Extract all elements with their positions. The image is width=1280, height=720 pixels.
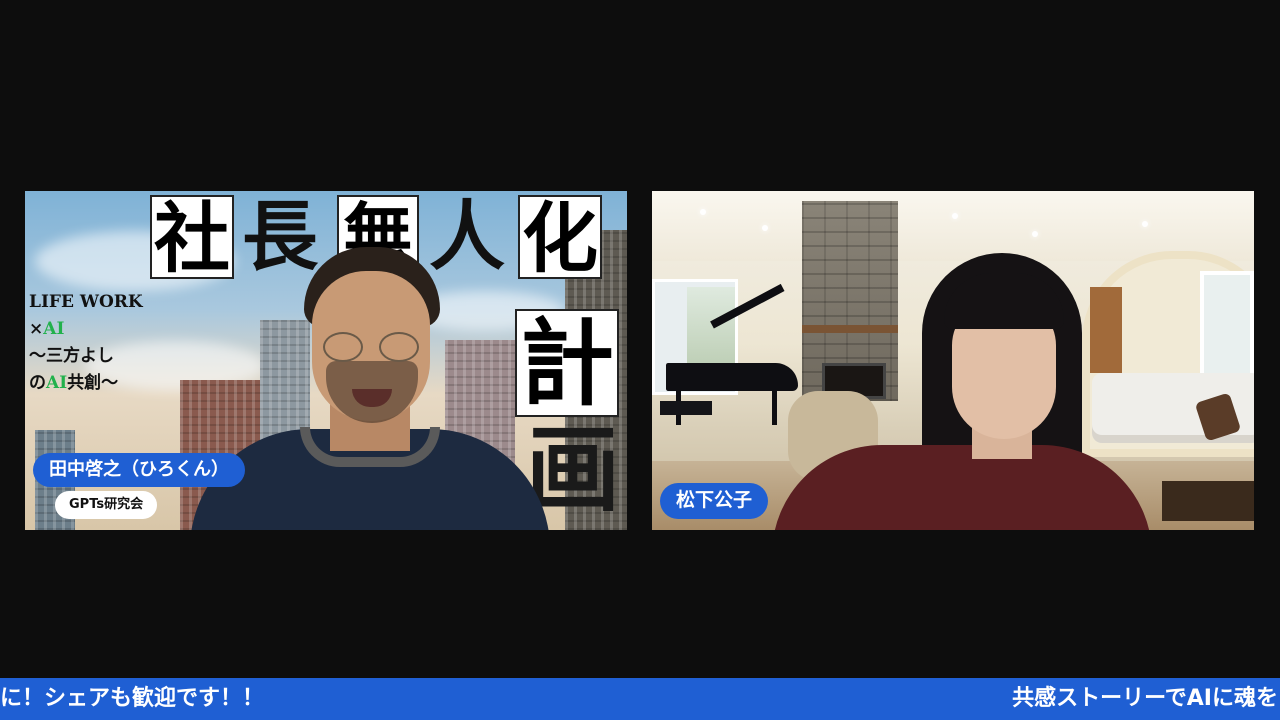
ceiling-light (1142, 221, 1148, 227)
news-ticker: に！シェアも歓迎です！！ 共感ストーリーでAIに魂を (0, 678, 1280, 720)
ticker-text: に！シェアも歓迎です！！ (0, 686, 265, 711)
ticker-text: 共感ストーリーでAIに魂を (1012, 686, 1278, 711)
piano-bench (660, 401, 712, 415)
participant-name-tag: 松下公子 (660, 483, 769, 519)
ceiling-light (952, 213, 958, 219)
ceiling-light (700, 209, 706, 215)
video-call-stage: LIFE WORK ×AI ～三方よし のAI共創～ 社 長 無 人 化 計 画… (0, 0, 1280, 720)
side-text-line: のAI共創～ (29, 370, 143, 397)
side-text-suffix: 共創～ (67, 373, 119, 393)
ai-text: AI (43, 319, 65, 339)
video-tile-participant-2[interactable]: 松下公子 (652, 191, 1254, 530)
video-tile-participant-1[interactable]: LIFE WORK ×AI ～三方よし のAI共創～ 社 長 無 人 化 計 画… (25, 191, 627, 530)
participant-video-person (772, 249, 1172, 530)
top (772, 445, 1152, 530)
ceiling-light (762, 225, 768, 231)
participant-organization-tag: GPTs研究会 (55, 491, 158, 519)
side-text-line: LIFE WORK (29, 292, 143, 312)
side-text-line: ～三方よし (29, 346, 114, 366)
ceiling-light (1032, 231, 1038, 237)
ai-text: AI (46, 373, 68, 393)
side-text-prefix: の (29, 373, 46, 393)
times-sign: × (29, 319, 44, 339)
side-table (1162, 481, 1254, 521)
glasses (323, 332, 423, 362)
participant-name-tag: 田中啓之（ひろくん） (33, 453, 245, 487)
background-side-text: LIFE WORK ×AI ～三方よし のAI共創～ (29, 289, 143, 397)
participant-video-person (190, 241, 550, 530)
window (1200, 271, 1254, 381)
side-text-line: ×AI (29, 316, 143, 343)
